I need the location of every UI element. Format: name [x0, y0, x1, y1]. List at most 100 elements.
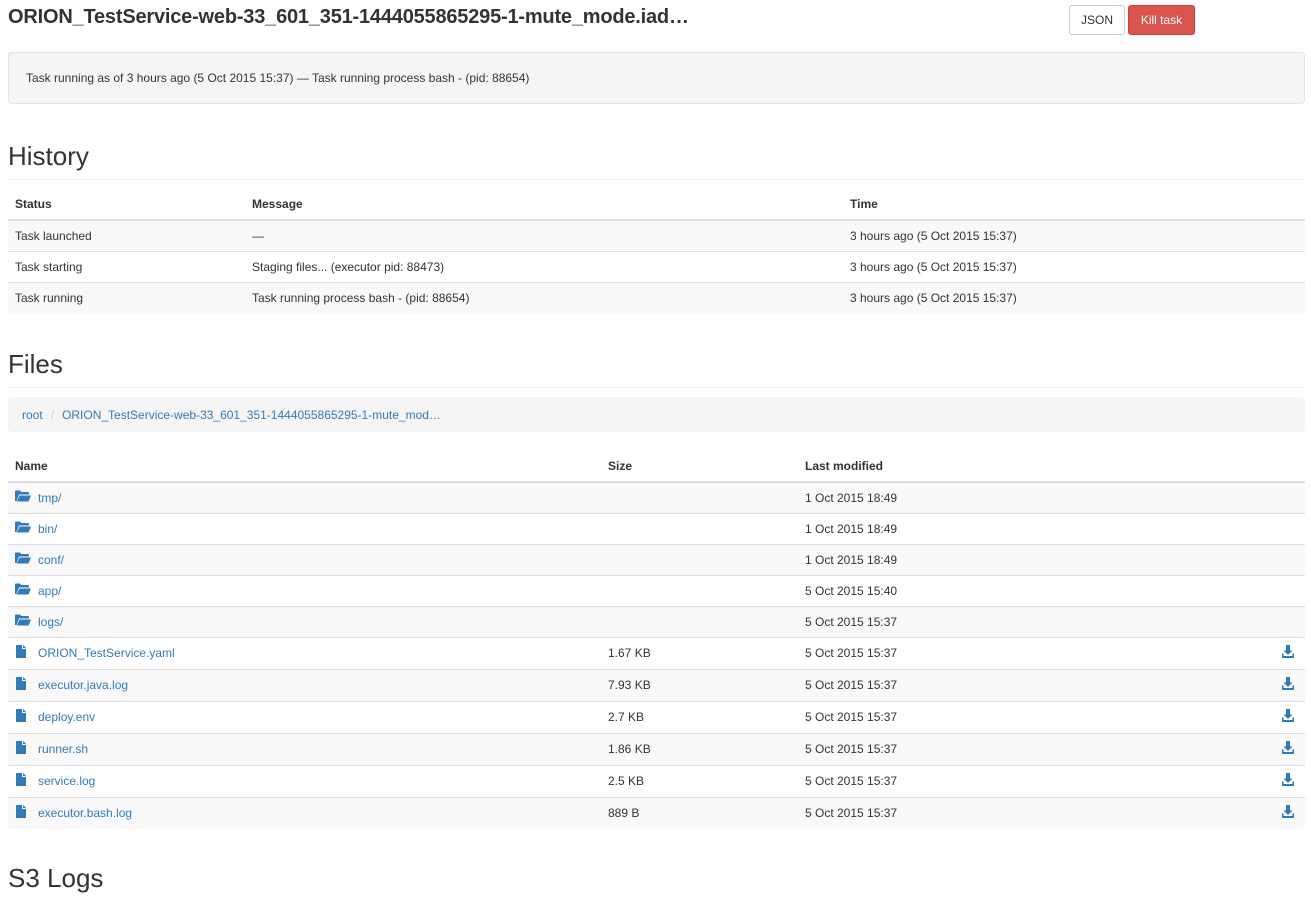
history-col-status: Status: [8, 188, 245, 221]
file-size: 2.7 KB: [601, 700, 798, 733]
file-name-cell: service.log: [8, 764, 601, 797]
task-status-well: Task running as of 3 hours ago (5 Oct 20…: [8, 52, 1305, 104]
file-size: [601, 605, 798, 637]
history-time: 3 hours ago (5 Oct 2015 15:37): [843, 250, 1305, 282]
download-icon[interactable]: [1282, 773, 1294, 789]
history-divider: [8, 179, 1305, 180]
file-modified: 1 Oct 2015 18:49: [798, 481, 1198, 513]
file-modified: 1 Oct 2015 18:49: [798, 512, 1198, 544]
file-modified: 5 Oct 2015 15:37: [798, 732, 1198, 765]
file-name-cell: conf/: [8, 543, 601, 575]
breadcrumb-separator: /: [50, 407, 55, 422]
file-icon: [15, 741, 32, 757]
task-status-text: Task running as of 3 hours ago (5 Oct 20…: [26, 71, 530, 85]
json-button[interactable]: JSON: [1069, 5, 1125, 35]
folder-row: conf/1 Oct 2015 18:49: [8, 543, 1305, 575]
file-name-link[interactable]: logs/: [38, 615, 63, 629]
download-icon[interactable]: [1282, 805, 1294, 821]
file-size: [601, 543, 798, 575]
history-message: Staging files... (executor pid: 88473): [245, 250, 843, 282]
file-icon: [15, 645, 32, 661]
file-row: runner.sh 1.86 KB 5 Oct 2015 15:37: [8, 732, 1305, 765]
kill-task-button[interactable]: Kill task: [1128, 5, 1195, 35]
file-name-cell: executor.bash.log: [8, 796, 601, 829]
file-download-cell: [1198, 543, 1305, 575]
file-name-link[interactable]: deploy.env: [38, 710, 95, 724]
folder-open-icon: [15, 490, 32, 505]
file-size: 889 B: [601, 796, 798, 829]
file-size: 1.86 KB: [601, 732, 798, 765]
download-icon[interactable]: [1282, 741, 1294, 757]
breadcrumb: root / ORION_TestService-web-33_601_351-…: [8, 397, 1305, 432]
history-row: Task launched — 3 hours ago (5 Oct 2015 …: [8, 219, 1305, 251]
files-col-modified: Last modified: [798, 450, 1198, 483]
file-size: 2.5 KB: [601, 764, 798, 797]
folder-row: logs/5 Oct 2015 15:37: [8, 605, 1305, 637]
file-icon: [15, 677, 32, 693]
files-table: Name Size Last modified tmp/1 Oct 2015 1…: [8, 450, 1305, 829]
breadcrumb-task-link[interactable]: ORION_TestService-web-33_601_351-1444055…: [62, 408, 441, 422]
file-download-cell: [1198, 481, 1305, 513]
file-icon: [15, 773, 32, 789]
file-icon: [15, 709, 32, 725]
file-icon: [15, 805, 32, 821]
file-row: executor.java.log 7.93 KB 5 Oct 2015 15:37: [8, 668, 1305, 701]
file-download-cell: [1198, 605, 1305, 637]
history-time: 3 hours ago (5 Oct 2015 15:37): [843, 219, 1305, 251]
file-download-cell: [1198, 512, 1305, 544]
file-name-cell: executor.java.log: [8, 668, 601, 701]
history-status: Task starting: [8, 250, 245, 282]
file-name-cell: deploy.env: [8, 700, 601, 733]
file-name-link[interactable]: tmp/: [38, 491, 61, 505]
folder-row: bin/1 Oct 2015 18:49: [8, 512, 1305, 544]
download-icon[interactable]: [1282, 709, 1294, 725]
file-modified: 5 Oct 2015 15:37: [798, 764, 1198, 797]
history-time: 3 hours ago (5 Oct 2015 15:37): [843, 281, 1305, 313]
file-download-cell: [1198, 574, 1305, 606]
file-download-cell: [1198, 732, 1305, 765]
page-title: ORION_TestService-web-33_601_351-1444055…: [8, 6, 689, 28]
history-row: Task starting Staging files... (executor…: [8, 250, 1305, 282]
file-size: [601, 512, 798, 544]
s3-logs-heading: S3 Logs: [8, 863, 104, 893]
file-name-link[interactable]: executor.bash.log: [38, 806, 132, 820]
file-modified: 5 Oct 2015 15:37: [798, 668, 1198, 701]
file-modified: 5 Oct 2015 15:37: [798, 605, 1198, 637]
file-size: [601, 481, 798, 513]
folder-row: app/5 Oct 2015 15:40: [8, 574, 1305, 606]
file-download-cell: [1198, 796, 1305, 829]
file-name-cell: app/: [8, 574, 601, 606]
download-icon[interactable]: [1282, 645, 1294, 661]
download-icon[interactable]: [1282, 677, 1294, 693]
history-col-time: Time: [843, 188, 1305, 221]
file-name-link[interactable]: runner.sh: [38, 742, 88, 756]
file-size: 1.67 KB: [601, 636, 798, 669]
files-col-download: [1198, 450, 1305, 483]
file-row: executor.bash.log 889 B5 Oct 2015 15:37: [8, 796, 1305, 829]
file-size: [601, 574, 798, 606]
file-row: ORION_TestService.yaml 1.67 KB 5 Oct 2015 …: [8, 636, 1305, 669]
file-name-link[interactable]: app/: [38, 584, 61, 598]
history-table: Status Message Time Task launched — 3 ho…: [8, 188, 1305, 313]
folder-open-icon: [15, 552, 32, 567]
file-name-cell: bin/: [8, 512, 601, 544]
file-name-link[interactable]: ORION_TestService.yaml: [38, 646, 175, 660]
file-size: 7.93 KB: [601, 668, 798, 701]
folder-open-icon: [15, 583, 32, 598]
folder-open-icon: [15, 521, 32, 536]
file-download-cell: [1198, 764, 1305, 797]
file-name-link[interactable]: executor.java.log: [38, 678, 128, 692]
history-heading: History: [8, 141, 89, 171]
file-row: deploy.env 2.7 KB 5 Oct 2015 15:37: [8, 700, 1305, 733]
file-name-link[interactable]: conf/: [38, 553, 64, 567]
files-heading: Files: [8, 349, 63, 379]
file-modified: 5 Oct 2015 15:37: [798, 636, 1198, 669]
breadcrumb-root-link[interactable]: root: [22, 408, 43, 422]
file-name-link[interactable]: bin/: [38, 522, 57, 536]
file-name-cell: runner.sh: [8, 732, 601, 765]
history-message: Task running process bash - (pid: 88654): [245, 281, 843, 313]
file-download-cell: [1198, 668, 1305, 701]
file-name-link[interactable]: service.log: [38, 774, 95, 788]
files-col-name: Name: [8, 450, 601, 483]
folder-open-icon: [15, 614, 32, 629]
